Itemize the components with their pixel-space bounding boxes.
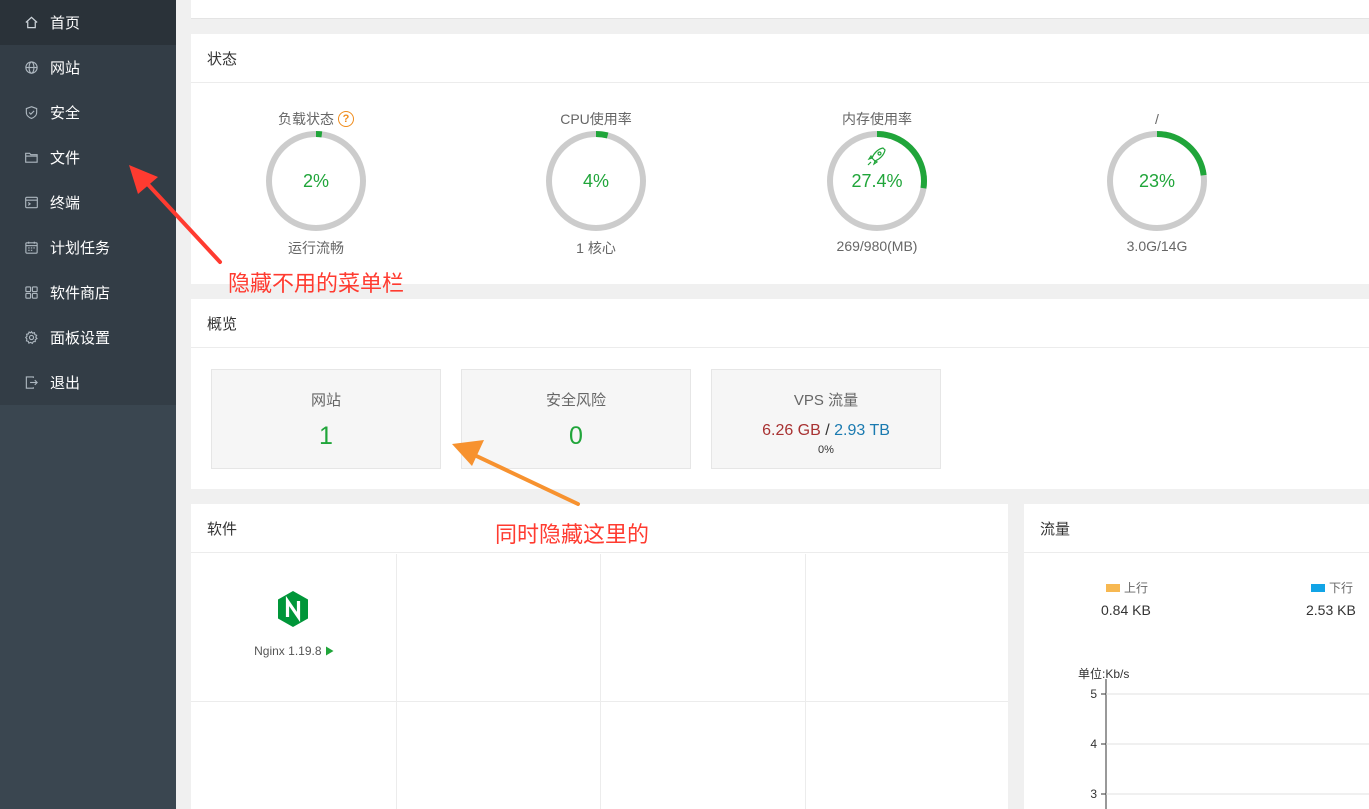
gauge-value: 2% [303,171,329,191]
software-slot [806,702,1008,809]
card-title: 网站 [310,392,341,409]
legend-download[interactable]: 下行 [1311,579,1353,596]
flow-chart: 5 4 3 [1090,679,1369,809]
sidebar-item-settings[interactable]: 面板设置 [0,315,176,360]
gauge-value: 27.4% [851,171,902,191]
card-value[interactable]: 1 [212,422,440,451]
flow-panel: 流量 上行 0.84 KB 下行 2.53 KB 单位:Kb/s 5 4 3 [1024,504,1369,809]
gauge-ring: 2% [266,131,366,231]
sidebar-item-cron[interactable]: 计划任务 [0,225,176,270]
software-panel: 软件 Nginx 1.19.8 [191,504,1008,809]
gauge-memory[interactable]: 内存使用率 27.4% 269/980(MB) [807,109,947,254]
sidebar-item-label: 首页 [50,15,81,32]
overview-panel: 概览 网站 1 安全风险 0 VPS 流量 6.26 GB / 2.93 TB … [191,299,1369,489]
overview-card-risks[interactable]: 安全风险 0 [461,369,691,469]
sidebar-item-home[interactable]: 首页 [0,0,176,45]
flow-title: 流量 [1024,504,1369,553]
software-slot [397,702,601,809]
gauge-ring: 23% [1107,131,1207,231]
sidebar-item-sites[interactable]: 网站 [0,45,176,90]
globe-icon [22,59,40,77]
gauge-disk[interactable]: / 23% 3.0G/14G [1087,109,1227,254]
legend-label: 上行 [1124,581,1149,595]
gauge-ring: 27.4% [827,131,927,231]
grid-icon [22,284,40,302]
status-title: 状态 [191,34,1369,83]
gauge-value: 4% [583,171,609,191]
folder-icon [22,149,40,167]
home-icon [22,14,40,32]
play-icon[interactable] [325,646,334,656]
traffic-percent: 0% [818,444,834,456]
sidebar-item-label: 网站 [50,60,81,77]
upload-value: 0.84 KB [1101,602,1151,618]
gauge-label: CPU使用率 [560,111,632,127]
gauge-sub: 269/980(MB) [836,238,918,254]
overview-card-sites[interactable]: 网站 1 [211,369,441,469]
shield-icon [22,104,40,122]
sidebar-item-store[interactable]: 软件商店 [0,270,176,315]
sidebar-item-label: 退出 [50,375,81,392]
sidebar: 首页 网站 安全 文件 终端 计划任务 软件商店 面板设置 退出 [0,0,176,809]
software-slot [601,554,806,702]
gauge-ring: 4% [546,131,646,231]
sidebar-item-files[interactable]: 文件 [0,135,176,180]
y-tick-label: 3 [1090,787,1097,801]
legend-swatch [1311,583,1325,592]
logout-icon [22,374,40,392]
software-grid: Nginx 1.19.8 [191,554,1008,809]
sidebar-menu: 首页 网站 安全 文件 终端 计划任务 软件商店 面板设置 退出 [0,0,176,405]
software-slot [397,554,601,702]
gauge-label: / [1155,111,1159,127]
rocket-icon [867,147,886,166]
gauge-sub: 运行流畅 [288,240,344,256]
card-title: 安全风险 [545,392,606,409]
sidebar-item-label: 安全 [50,105,81,122]
terminal-icon [22,194,40,212]
card-value[interactable]: 0 [462,422,690,451]
top-panel [191,0,1369,19]
gauge-sub: 1 核心 [576,240,616,256]
traffic-used: 6.26 GB [762,422,821,439]
sidebar-item-label: 文件 [50,150,81,167]
software-name: Nginx 1.19.8 [254,644,322,658]
sidebar-item-security[interactable]: 安全 [0,90,176,135]
status-panel: 状态 负载状态 ? 2% 运行流畅 CPU使用率 4% 1 核心 内存使用率 2… [191,34,1369,284]
gauge-cpu[interactable]: CPU使用率 4% 1 核心 [526,109,666,258]
card-title: VPS 流量 [793,392,859,409]
software-slot [806,554,1008,702]
software-slot [191,702,397,809]
sidebar-item-label: 面板设置 [50,330,111,347]
traffic-values: 6.26 GB / 2.93 TB [712,422,940,440]
gauge-value: 23% [1139,171,1175,191]
gauge-load[interactable]: 负载状态 ? 2% 运行流畅 [246,109,386,258]
annotation-overview-note: 同时隐藏这里的 [495,522,650,547]
overview-title: 概览 [191,299,1369,348]
help-icon[interactable]: ? [338,111,354,127]
gear-icon [22,329,40,347]
traffic-total: 2.93 TB [834,422,890,439]
sidebar-item-logout[interactable]: 退出 [0,360,176,405]
legend-label: 下行 [1329,581,1354,595]
software-slot [601,702,806,809]
legend-swatch [1106,583,1120,592]
overview-card-vps-traffic[interactable]: VPS 流量 6.26 GB / 2.93 TB 0% [711,369,941,469]
calendar-icon [22,239,40,257]
gauge-label: 内存使用率 [842,111,912,127]
gauge-label: 负载状态 [278,111,334,127]
sidebar-item-label: 软件商店 [50,285,111,302]
gauge-sub: 3.0G/14G [1126,238,1188,254]
traffic-separator: / [825,422,830,439]
sidebar-item-label: 计划任务 [50,240,111,257]
software-item-nginx[interactable]: Nginx 1.19.8 [191,554,397,702]
y-tick-label: 5 [1090,687,1097,701]
annotation-menu-note: 隐藏不用的菜单栏 [228,271,405,296]
y-tick-label: 4 [1090,737,1097,751]
download-value: 2.53 KB [1306,602,1356,618]
nginx-icon [278,591,308,627]
sidebar-item-label: 终端 [50,195,81,212]
legend-upload[interactable]: 上行 [1106,579,1148,596]
sidebar-item-terminal[interactable]: 终端 [0,180,176,225]
